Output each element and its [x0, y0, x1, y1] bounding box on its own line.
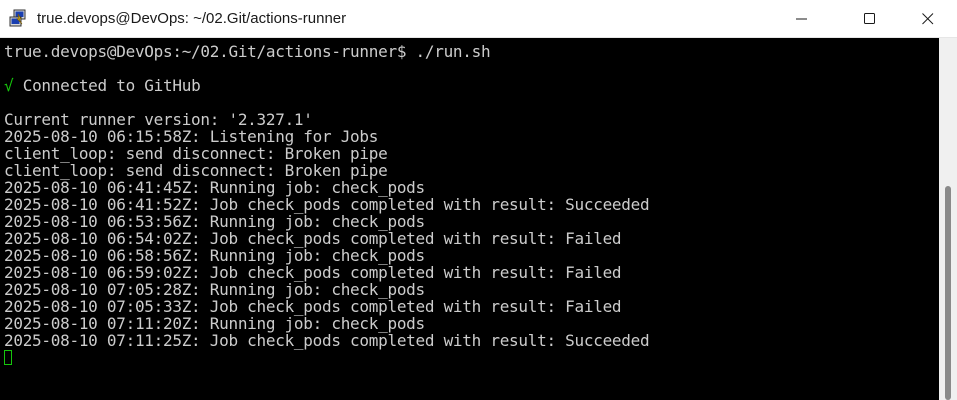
output-line: client_loop: send disconnect: Broken pip…: [4, 144, 388, 163]
maximize-icon: [864, 13, 875, 24]
output-line: 2025-08-10 06:54:02Z: Job check_pods com…: [4, 229, 622, 248]
output-line: 2025-08-10 06:59:02Z: Job check_pods com…: [4, 263, 622, 282]
connected-status-line: √ Connected to GitHub: [4, 76, 201, 95]
connected-status-text: Connected to GitHub: [13, 76, 201, 95]
output-line: 2025-08-10 07:11:20Z: Running job: check…: [4, 314, 425, 333]
terminal-output[interactable]: true.devops@DevOps:~/02.Git/actions-runn…: [0, 38, 939, 400]
minimize-icon: [796, 18, 807, 20]
output-line: 2025-08-10 06:58:56Z: Running job: check…: [4, 246, 425, 265]
output-line: 2025-08-10 06:41:45Z: Running job: check…: [4, 178, 425, 197]
command-prompt-line: true.devops@DevOps:~/02.Git/actions-runn…: [4, 42, 491, 61]
terminal-window: true.devops@DevOps: ~/02.Git/actions-run…: [0, 0, 957, 400]
output-line: 2025-08-10 06:15:58Z: Listening for Jobs: [4, 127, 379, 146]
scrollbar-thumb[interactable]: [945, 186, 951, 400]
maximize-button[interactable]: [847, 0, 893, 37]
output-line: 2025-08-10 07:05:28Z: Running job: check…: [4, 280, 425, 299]
output-line: 2025-08-10 07:11:25Z: Job check_pods com…: [4, 331, 650, 350]
output-line: client_loop: send disconnect: Broken pip…: [4, 161, 388, 180]
output-line: Current runner version: '2.327.1': [4, 110, 313, 129]
output-line: 2025-08-10 06:41:52Z: Job check_pods com…: [4, 195, 650, 214]
minimize-button[interactable]: [779, 0, 825, 37]
checkmark-icon: √: [4, 76, 14, 95]
window-title: true.devops@DevOps: ~/02.Git/actions-run…: [37, 10, 347, 27]
output-line: 2025-08-10 07:05:33Z: Job check_pods com…: [4, 297, 622, 316]
close-button[interactable]: [905, 0, 951, 37]
title-bar[interactable]: true.devops@DevOps: ~/02.Git/actions-run…: [0, 0, 957, 38]
output-line: 2025-08-10 06:53:56Z: Running job: check…: [4, 212, 425, 231]
putty-terminal-icon[interactable]: [9, 9, 27, 27]
terminal-cursor: [4, 350, 12, 365]
close-icon: [922, 13, 934, 25]
vertical-scrollbar[interactable]: [939, 38, 957, 400]
